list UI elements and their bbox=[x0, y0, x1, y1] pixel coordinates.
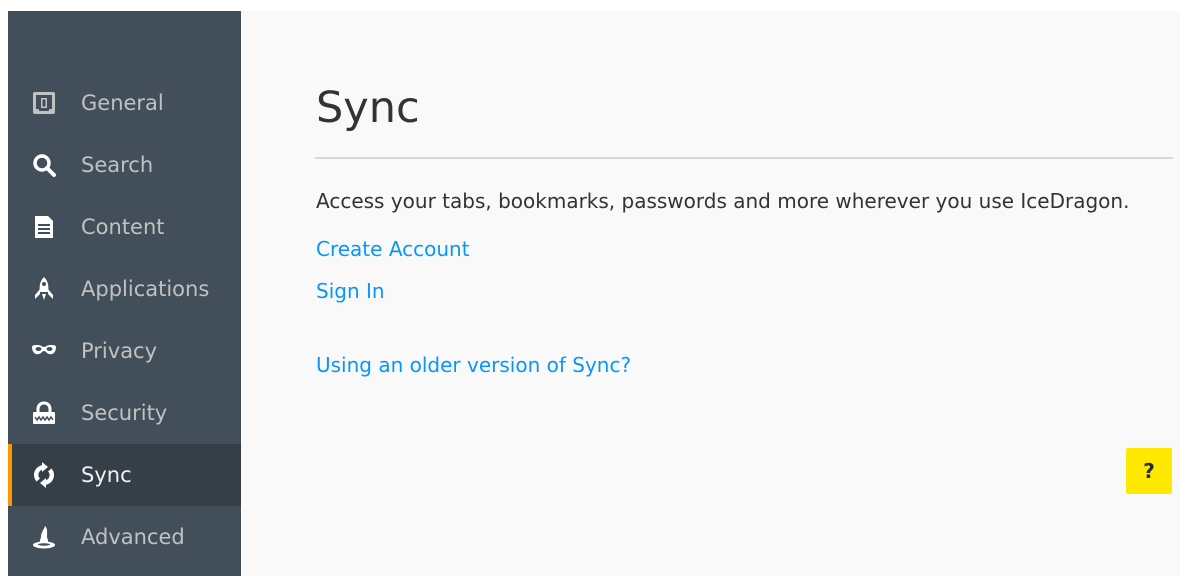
sidebar-item-label: Applications bbox=[81, 277, 210, 301]
title-divider bbox=[315, 157, 1173, 159]
applications-icon bbox=[31, 275, 57, 303]
main-content: Sync Access your tabs, bookmarks, passwo… bbox=[241, 11, 1180, 576]
sidebar-item-label: Content bbox=[81, 215, 165, 239]
search-icon bbox=[31, 151, 57, 179]
sync-icon bbox=[31, 461, 57, 489]
general-icon bbox=[31, 89, 57, 117]
sidebar-item-label: Advanced bbox=[81, 525, 185, 549]
sidebar: General Search Content Applications Priv… bbox=[8, 11, 241, 576]
advanced-icon bbox=[31, 523, 57, 551]
sidebar-item-general[interactable]: General bbox=[8, 72, 241, 134]
preferences-window: General Search Content Applications Priv… bbox=[8, 11, 1180, 576]
privacy-icon bbox=[31, 337, 57, 365]
sidebar-item-label: General bbox=[81, 91, 164, 115]
create-account-link[interactable]: Create Account bbox=[316, 236, 470, 262]
page-title: Sync bbox=[316, 83, 420, 133]
older-sync-version-link[interactable]: Using an older version of Sync? bbox=[316, 352, 631, 378]
sidebar-item-applications[interactable]: Applications bbox=[8, 258, 241, 320]
sidebar-item-sync[interactable]: Sync bbox=[8, 444, 241, 506]
sidebar-item-label: Search bbox=[81, 153, 154, 177]
sign-in-link[interactable]: Sign In bbox=[316, 278, 385, 304]
sidebar-item-label: Sync bbox=[81, 463, 132, 487]
sync-description: Access your tabs, bookmarks, passwords a… bbox=[316, 189, 1130, 213]
security-icon bbox=[31, 399, 57, 427]
help-button[interactable]: ? bbox=[1126, 448, 1172, 494]
sidebar-item-content[interactable]: Content bbox=[8, 196, 241, 258]
sidebar-item-advanced[interactable]: Advanced bbox=[8, 506, 241, 568]
sidebar-list: General Search Content Applications Priv… bbox=[8, 72, 241, 568]
content-icon bbox=[31, 213, 57, 241]
sidebar-item-search[interactable]: Search bbox=[8, 134, 241, 196]
sidebar-item-security[interactable]: Security bbox=[8, 382, 241, 444]
sidebar-item-label: Privacy bbox=[81, 339, 158, 363]
sidebar-item-privacy[interactable]: Privacy bbox=[8, 320, 241, 382]
sidebar-item-label: Security bbox=[81, 401, 168, 425]
